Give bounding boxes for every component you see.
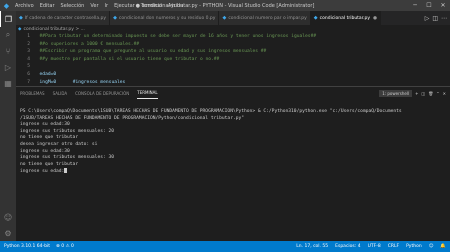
terminal-cursor — [64, 168, 68, 174]
tab-label: condicional tributar.py — [319, 15, 371, 21]
tab-tributar[interactable]: ◆ condicional tributar.py ● — [310, 11, 382, 25]
status-right: Ln. 17, col. 55 Espacios: 4 UTF-8 CRLF P… — [296, 244, 450, 249]
code-text: ##o superiores a 1000 € mensuales.## — [34, 41, 140, 47]
line-number: 4 — [27, 56, 30, 62]
tab-par-impar[interactable]: ◆ condicional numero par o impar.py — [219, 11, 311, 25]
language-mode[interactable]: Python — [406, 244, 422, 249]
line-ending[interactable]: CRLF — [388, 244, 399, 249]
modified-dot-icon[interactable]: ● — [373, 16, 377, 21]
activity-bar: ❐ ⌕ ⑂ ▷ ▦ ☺ ⚙ — [0, 11, 16, 241]
settings-gear-icon[interactable]: ⚙ — [0, 225, 16, 241]
terminal-line: ingrese sus tributos mensuales: 30 — [20, 155, 115, 161]
minimize-icon[interactable]: ─ — [408, 0, 422, 11]
terminal-line: ingrese sus tributos mensuales: 20 — [20, 128, 115, 134]
terminal-selector[interactable]: 1: powershell — [379, 89, 413, 97]
terminal-line: desea ingresar otro dato: si — [20, 141, 98, 147]
editor-actions: ▷ ◫ ⋯ — [425, 11, 450, 25]
menu-editar[interactable]: Editar — [39, 3, 56, 9]
breadcrumb[interactable]: ◆ condicional tributar.py > ... — [18, 25, 85, 33]
tab-label: If cadena de caracter contrasella.py — [24, 15, 107, 21]
python-file-icon: ◆ — [18, 26, 22, 32]
close-icon[interactable]: ✕ — [436, 0, 450, 11]
account-icon[interactable]: ☺ — [0, 209, 16, 225]
python-file-icon: ◆ — [113, 15, 117, 21]
python-file-icon: ◆ — [313, 15, 318, 21]
more-actions-icon[interactable]: ⋯ — [441, 15, 447, 22]
terminal-line: no tiene que tributar — [20, 161, 79, 167]
feedback-icon[interactable]: ☺ — [429, 244, 434, 249]
tab-terminal[interactable]: TERMINAL — [137, 87, 158, 99]
chevron-up-icon[interactable]: ⌃ — [436, 91, 439, 96]
menu-ir[interactable]: Ir — [104, 3, 110, 9]
panel-tools: 1: powershell + ◫ 🗑 ⌃ ✕ — [379, 89, 450, 97]
code-line: 2 ##o superiores a 1000 € mensuales.## — [16, 41, 450, 49]
code-editor[interactable]: 1 ##Para tributar un determinado impuest… — [16, 33, 450, 86]
trash-icon[interactable]: 🗑 — [428, 91, 433, 96]
problems-count[interactable]: ⊗ 0 ⚠ 0 — [56, 244, 74, 249]
bottom-panel: PROBLEMAS SALIDA CONSOLA DE DEPURACIÓN T… — [16, 86, 450, 241]
code-line: 5 — [16, 63, 450, 71]
terminal-line: PS C:\Users\compaQ\Documents\1SUB\TAREAS… — [20, 109, 402, 114]
code-text: ##Escribir un programa que pregunte al u… — [34, 49, 267, 55]
code-text: ##y muestre por pantalla si el usuario t… — [34, 56, 220, 62]
title-bar: ◆ Archivo Editar Selección Ver Ir Ejecut… — [0, 0, 450, 11]
tab-numeros-residuo[interactable]: ◆ condicional don numeros y su residuo 0… — [110, 11, 220, 25]
line-number: 6 — [27, 71, 30, 77]
line-number: 1 — [27, 34, 30, 39]
tab-label: condicional numero par o impar.py — [228, 15, 307, 21]
terminal-line: no tiene que tributar — [20, 135, 79, 141]
status-bar: Python 3.10.1 64-bit ⊗ 0 ⚠ 0 Ln. 17, col… — [0, 241, 450, 252]
line-number: 2 — [27, 41, 30, 47]
tab-consola-depuracion[interactable]: CONSOLA DE DEPURACIÓN — [75, 87, 129, 99]
tab-cadena-contrasella[interactable]: ◆ If cadena de caracter contrasella.py — [16, 11, 111, 25]
maximize-icon[interactable]: ☐ — [422, 0, 436, 11]
code-line: 6 edad=0 — [16, 71, 450, 79]
tab-salida[interactable]: SALIDA — [53, 87, 68, 99]
explorer-icon[interactable]: ❐ — [0, 11, 16, 27]
code-text: edad=0 — [34, 71, 57, 77]
menu-terminal[interactable]: Terminal — [140, 3, 163, 9]
cursor-position[interactable]: Ln. 17, col. 55 — [296, 244, 328, 249]
add-terminal-icon[interactable]: + — [415, 91, 418, 96]
breadcrumb-text: condicional tributar.py > ... — [23, 26, 85, 32]
python-file-icon: ◆ — [222, 15, 227, 21]
editor-tabs: ◆ If cadena de caracter contrasella.py ◆… — [16, 11, 450, 25]
line-number: 3 — [27, 49, 30, 55]
run-file-icon[interactable]: ▷ — [425, 15, 430, 22]
python-interpreter[interactable]: Python 3.10.1 64-bit — [4, 244, 50, 249]
source-control-icon[interactable]: ⑂ — [0, 43, 16, 59]
split-terminal-icon[interactable]: ◫ — [421, 91, 425, 96]
menu-ver[interactable]: Ver — [89, 3, 99, 9]
menu-archivo[interactable]: Archivo — [14, 3, 35, 9]
extensions-icon[interactable]: ▦ — [0, 75, 16, 91]
window-controls: ─ ☐ ✕ — [408, 0, 450, 11]
code-line: 1 ##Para tributar un determinado impuest… — [16, 33, 450, 41]
search-icon[interactable]: ⌕ — [0, 27, 16, 43]
code-text: ##Para tributar un determinado impuesto … — [34, 34, 317, 39]
python-file-icon: ◆ — [19, 15, 23, 21]
terminal-output[interactable]: PS C:\Users\compaQ\Documents\1SUB\TAREAS… — [16, 99, 450, 176]
status-left: Python 3.10.1 64-bit ⊗ 0 ⚠ 0 — [0, 244, 74, 249]
code-line: 3 ##Escribir un programa que pregunte al… — [16, 48, 450, 56]
terminal-line: /1SUB/TAREAS HECHAS DE FUNDAMENTO DE PRO… — [20, 115, 245, 121]
menu-ejecutar[interactable]: Ejecutar — [113, 3, 136, 9]
close-panel-icon[interactable]: ✕ — [443, 91, 446, 96]
tab-label: condicional don numeros y su residuo 0.p… — [118, 15, 216, 21]
panel-tabs: PROBLEMAS SALIDA CONSOLA DE DEPURACIÓN T… — [16, 87, 450, 99]
indentation[interactable]: Espacios: 4 — [335, 244, 360, 249]
terminal-line: ingrese su edad:30 — [20, 122, 70, 128]
notifications-bell-icon[interactable]: 🔔 — [440, 244, 446, 249]
terminal-prompt-line: ingrese su edad: — [20, 168, 450, 176]
vscode-logo-icon: ◆ — [3, 1, 10, 10]
encoding[interactable]: UTF-8 — [368, 244, 381, 249]
split-editor-icon[interactable]: ◫ — [432, 15, 438, 22]
terminal-line: ingrese su edad: — [20, 169, 65, 175]
tab-problemas[interactable]: PROBLEMAS — [20, 87, 45, 99]
menu-bar: Archivo Editar Selección Ver Ir Ejecutar… — [14, 3, 184, 9]
menu-ayuda[interactable]: Ayuda — [167, 3, 184, 9]
run-debug-icon[interactable]: ▷ — [0, 59, 16, 75]
code-line: 4 ##y muestre por pantalla si el usuario… — [16, 56, 450, 64]
line-number: 5 — [27, 64, 30, 70]
menu-seleccion[interactable]: Selección — [60, 3, 86, 9]
